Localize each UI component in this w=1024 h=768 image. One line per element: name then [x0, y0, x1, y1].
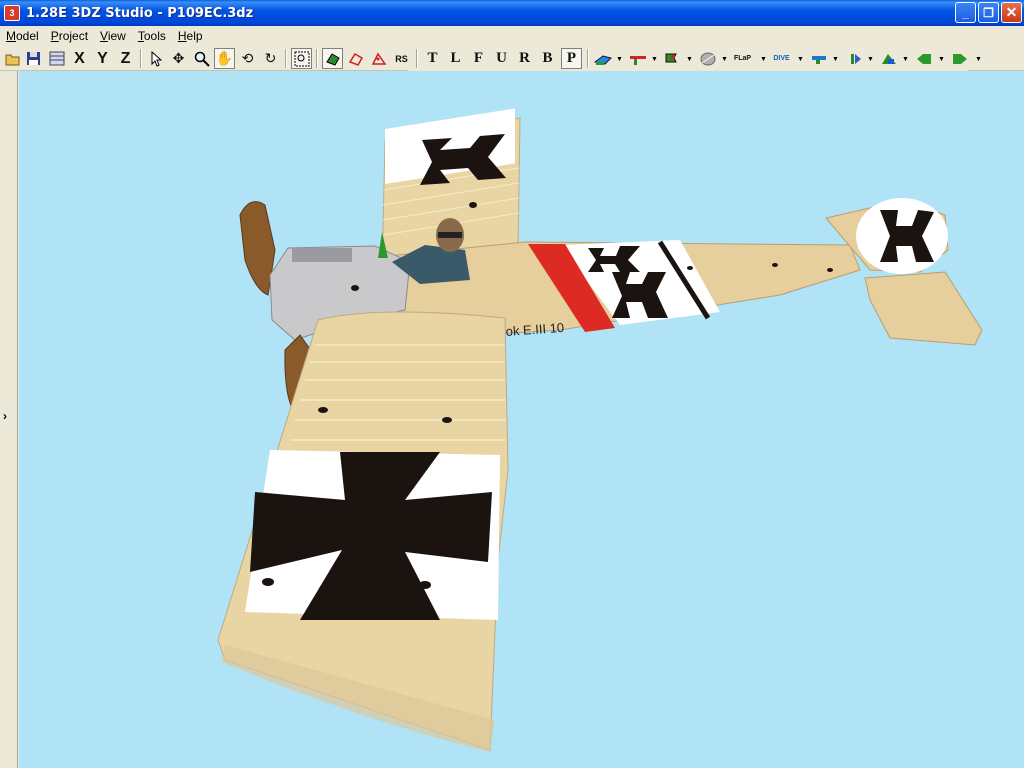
view-under-button[interactable]: U: [491, 48, 512, 69]
chevron-down-icon[interactable]: ▼: [975, 56, 982, 63]
view-front-button[interactable]: F: [468, 48, 489, 69]
title-bar: 3 1.28E 3DZ Studio - P109EC.3dz _ ❐ ✕: [0, 0, 1024, 26]
window-title: 1.28E 3DZ Studio - P109EC.3dz: [26, 5, 254, 21]
menu-view[interactable]: View: [94, 29, 132, 43]
flap-tool-icon[interactable]: FLaP: [732, 48, 753, 69]
axis-y-button[interactable]: Y: [92, 48, 113, 69]
menu-tools[interactable]: Tools: [132, 29, 172, 43]
dive-tool-icon[interactable]: DIVE: [771, 48, 792, 69]
zoom-fit-icon[interactable]: [291, 48, 312, 69]
3d-viewport[interactable]: ok E.III 10: [19, 71, 1024, 768]
fuselage-tool-icon[interactable]: [592, 48, 613, 69]
minimize-button[interactable]: _: [955, 2, 976, 23]
orbit-icon[interactable]: ↻: [260, 48, 281, 69]
move-icon[interactable]: ✥: [168, 48, 189, 69]
zoom-icon[interactable]: [191, 48, 212, 69]
aileron-tool-icon[interactable]: [878, 48, 899, 69]
chevron-down-icon[interactable]: ▼: [938, 56, 945, 63]
pan-hand-icon[interactable]: ✋: [214, 48, 235, 69]
pointer-icon[interactable]: [145, 48, 166, 69]
close-button[interactable]: ✕: [1001, 2, 1022, 23]
chevron-down-icon[interactable]: ▼: [651, 56, 658, 63]
chevron-right-icon[interactable]: ›: [3, 409, 7, 423]
aircraft-model: ok E.III 10: [217, 108, 983, 752]
rotate-view-icon[interactable]: ⟲: [237, 48, 258, 69]
wing-right-tool-icon[interactable]: [949, 48, 970, 69]
aircraft-marking: ok E.III 10: [505, 320, 564, 339]
menu-bar: Model Project View Tools Help: [0, 26, 1024, 46]
app-icon[interactable]: 3: [4, 5, 20, 21]
chevron-down-icon[interactable]: ▼: [797, 56, 804, 63]
gear-tool-icon[interactable]: [627, 48, 648, 69]
chevron-down-icon[interactable]: ▼: [832, 56, 839, 63]
chevron-down-icon[interactable]: ▼: [721, 56, 728, 63]
menu-project[interactable]: Project: [45, 29, 94, 43]
maximize-button[interactable]: ❐: [978, 2, 999, 23]
chevron-down-icon[interactable]: ▼: [686, 56, 693, 63]
menu-help[interactable]: Help: [172, 29, 209, 43]
view-perspective-button[interactable]: P: [561, 48, 582, 69]
propeller-blade: [239, 201, 276, 296]
chevron-down-icon[interactable]: ▼: [867, 56, 874, 63]
view-top-button[interactable]: T: [422, 48, 443, 69]
grid-view-icon[interactable]: [46, 48, 67, 69]
axis-z-button[interactable]: Z: [115, 48, 136, 69]
view-left-button[interactable]: L: [445, 48, 466, 69]
prop-disc-tool-icon[interactable]: [697, 48, 718, 69]
vertex-red-icon[interactable]: [368, 48, 389, 69]
side-panel: ›: [0, 71, 18, 768]
axis-x-button[interactable]: X: [69, 48, 90, 69]
elevator-tool-icon[interactable]: [808, 48, 829, 69]
open-folder-icon[interactable]: [2, 48, 23, 69]
view-back-button[interactable]: B: [537, 48, 558, 69]
flag-tool-icon[interactable]: [662, 48, 683, 69]
wireframe-red-icon[interactable]: [345, 48, 366, 69]
chevron-down-icon[interactable]: ▼: [902, 56, 909, 63]
save-icon[interactable]: [23, 48, 44, 69]
main-toolbar: X Y Z ✥ ✋ ⟲ ↻ RS T L F U R B P ▼ ▼ ▼ ▼ F…: [0, 46, 1024, 71]
tailplane: [864, 271, 983, 346]
engine-grille: [292, 248, 352, 262]
menu-model[interactable]: Model: [0, 29, 45, 43]
wing-left-tool-icon[interactable]: [913, 48, 934, 69]
rudder-tool-icon[interactable]: [843, 48, 864, 69]
chevron-down-icon[interactable]: ▼: [616, 56, 623, 63]
solid-shading-icon[interactable]: [322, 48, 343, 69]
rs-button[interactable]: RS: [391, 48, 412, 69]
view-right-button[interactable]: R: [514, 48, 535, 69]
chevron-down-icon[interactable]: ▼: [760, 56, 767, 63]
